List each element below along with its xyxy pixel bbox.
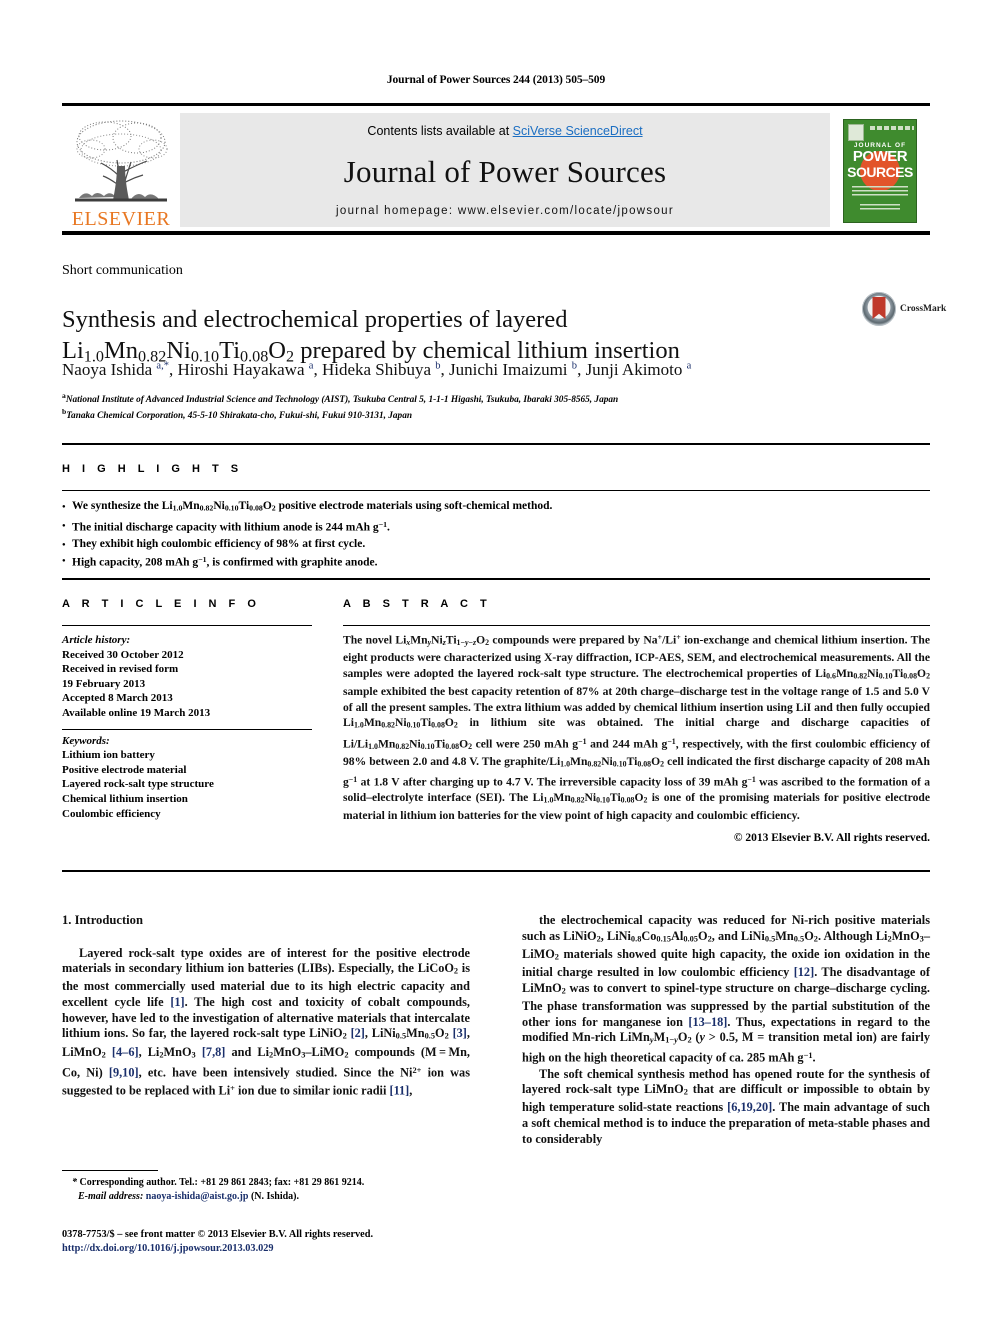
article-history-line: 19 February 2013 [62, 677, 146, 690]
body-column-right: the electrochemical capacity was reduced… [522, 913, 930, 1147]
intro-paragraph-right-1: the electrochemical capacity was reduced… [522, 913, 930, 1065]
journal-cover-image: JOURNAL OF POWER SOURCES [843, 118, 917, 223]
highlight-item: They exhibit high coulombic efficiency o… [62, 536, 930, 553]
section-title-introduction: 1. Introduction [62, 913, 143, 927]
highlights-list: We synthesize the Li1.0Mn0.82Ni0.10Ti0.0… [62, 498, 930, 571]
email-line: E-mail address: naoya-ishida@aist.go.jp … [78, 1190, 300, 1202]
issn-footer: 0378-7753/$ – see front matter © 2013 El… [62, 1228, 492, 1256]
divider-article-info [62, 625, 312, 626]
affiliation-text-b: Tanaka Chemical Corporation, 45-5-10 Shi… [66, 411, 413, 422]
article-info-body: Article history: Received 30 October 201… [62, 633, 312, 821]
article-history-label: Article history: [62, 634, 131, 646]
body-column-left: 1. Introduction Layered rock-salt type o… [62, 913, 470, 1099]
article-history-line: Received 30 October 2012 [62, 648, 184, 661]
corresponding-author-footnote: * Corresponding author. Tel.: +81 29 861… [62, 1176, 472, 1203]
footnote-rule [62, 1170, 158, 1171]
keyword-item: Coulombic efficiency [62, 807, 161, 820]
elsevier-wordmark: ELSEVIER [71, 208, 171, 230]
paper-page: Journal of Power Sources 244 (2013) 505–… [0, 0, 992, 1323]
divider-above-highlights [62, 443, 930, 445]
running-head: Journal of Power Sources 244 (2013) 505–… [386, 74, 606, 86]
journal-cover-wrap: JOURNAL OF POWER SOURCES [830, 110, 930, 231]
divider-below-abstract [62, 870, 930, 872]
article-history-line: Available online 19 March 2013 [62, 706, 211, 719]
article-history-line: Received in revised form [62, 663, 179, 676]
intro-paragraph-right-2: The soft chemical synthesis method has o… [522, 1066, 931, 1146]
affiliation-list: aNational Institute of Advanced Industri… [62, 390, 892, 422]
sciencedirect-link[interactable]: SciVerse ScienceDirect [513, 124, 643, 138]
intro-paragraph-left: Layered rock-salt type oxides are of int… [62, 945, 471, 1098]
cover-emblem [848, 123, 864, 141]
corresponding-author-line: * Corresponding author. Tel.: +81 29 861… [72, 1177, 365, 1188]
journal-masthead: ELSEVIER Contents lists available at Sci… [62, 103, 930, 235]
highlight-item: The initial discharge capacity with lith… [62, 517, 930, 536]
divider-below-highlights [62, 578, 930, 580]
highlights-heading: H I G H L I G H T S [62, 463, 243, 475]
affiliation-text-a: National Institute of Advanced Industria… [65, 395, 619, 406]
keyword-item: Positive electrode material [62, 763, 187, 776]
contents-available-line: Contents lists available at SciVerse Sci… [367, 124, 642, 138]
contents-prefix: Contents lists available at [367, 124, 513, 138]
keyword-item: Chemical lithium insertion [62, 792, 188, 805]
highlight-item: High capacity, 208 mAh g−1, is confirmed… [62, 552, 930, 571]
cover-line-sources: SOURCES [847, 163, 913, 180]
affiliation-b: bTanaka Chemical Corporation, 45-5-10 Sh… [62, 406, 892, 422]
crossmark-badge[interactable]: CrossMark [862, 292, 946, 326]
crossmark-icon [862, 292, 896, 326]
abstract-heading: A B S T R A C T [343, 598, 492, 610]
keywords-label: Keywords: [62, 734, 110, 747]
title-line-1: Synthesis and electrochemical properties… [62, 306, 568, 334]
article-info-heading: A R T I C L E I N F O [62, 598, 261, 610]
divider-highlights-heading [62, 490, 930, 491]
cover-line-power: POWER [852, 147, 908, 165]
journal-title: Journal of Power Sources [343, 153, 667, 189]
abstract-body: The novel LixMnyNizTi1−y−zO2 compounds w… [343, 633, 931, 823]
divider-abstract [343, 625, 930, 626]
affiliation-a: aNational Institute of Advanced Industri… [62, 390, 892, 406]
cover-blurb-text [852, 185, 908, 198]
keyword-item: Lithium ion battery [62, 749, 155, 762]
abstract-copyright: © 2013 Elsevier B.V. All rights reserved… [733, 832, 930, 844]
highlight-item: We synthesize the Li1.0Mn0.82Ni0.10Ti0.0… [62, 498, 930, 517]
crossmark-label: CrossMark [900, 304, 947, 314]
cover-header-text [870, 125, 914, 130]
cover-footer-text [860, 203, 900, 212]
elsevier-tree-icon [69, 116, 173, 208]
issn-line: 0378-7753/$ – see front matter © 2013 El… [62, 1229, 374, 1240]
masthead-center: Contents lists available at SciVerse Sci… [180, 113, 830, 227]
article-history-line: Accepted 8 March 2013 [62, 692, 173, 705]
doi-link[interactable]: http://dx.doi.org/10.1016/j.jpowsour.201… [62, 1242, 492, 1256]
elsevier-logo: ELSEVIER [62, 110, 180, 231]
keyword-item: Layered rock-salt type structure [62, 778, 214, 791]
divider-keywords [62, 728, 312, 730]
article-type: Short communication [62, 263, 183, 278]
author-list: Naoya Ishida a,*, Hiroshi Hayakawa a, Hi… [62, 360, 692, 379]
journal-homepage-line[interactable]: journal homepage: www.elsevier.com/locat… [336, 205, 674, 217]
